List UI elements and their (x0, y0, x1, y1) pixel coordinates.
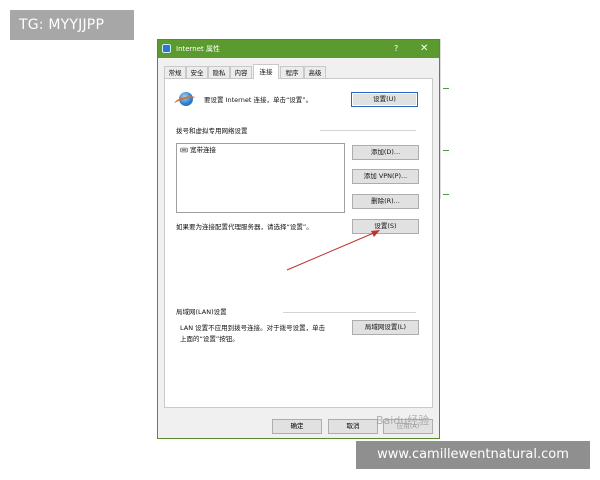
tab-advanced[interactable]: 高级 (304, 66, 326, 78)
tab-strip: 常规 安全 隐私 内容 连接 程序 高级 (164, 64, 434, 79)
list-item-label: 宽带连接 (190, 146, 216, 154)
close-button[interactable]: ✕ (420, 41, 428, 56)
tab-general[interactable]: 常规 (164, 66, 186, 78)
background-window-mark (443, 88, 449, 89)
proxy-text: 如果要为连接配置代理服务器，请选择“设置”。 (176, 223, 313, 231)
connections-list[interactable]: 宽带连接 (176, 143, 345, 213)
cancel-button[interactable]: 取消 (328, 419, 378, 434)
network-connection-icon (180, 147, 188, 153)
internet-options-icon (162, 44, 171, 53)
dialup-divider (320, 130, 416, 131)
tab-connections[interactable]: 连接 (253, 64, 279, 79)
tab-security[interactable]: 安全 (186, 66, 208, 78)
watermark: Baidu经验 (376, 414, 430, 427)
setup-connection-button[interactable]: 设置(U) (351, 92, 418, 107)
tab-content[interactable]: 内容 (230, 66, 252, 78)
lan-text-line1: LAN 设置不应用到拨号连接。对于拨号设置，单击 (180, 324, 326, 332)
lan-settings-button[interactable]: 局域网设置(L) (352, 320, 419, 335)
list-item[interactable]: 宽带连接 (177, 144, 344, 156)
delete-button[interactable]: 删除(R)... (352, 194, 419, 209)
title-bar[interactable]: Internet 属性 ? ✕ (158, 40, 439, 58)
background-window-mark (443, 150, 449, 151)
website-banner: www.camillewentnatural.com (356, 441, 590, 469)
help-button[interactable]: ? (394, 42, 398, 56)
background-window-edge (440, 39, 459, 199)
lan-heading: 局域网(LAN)设置 (176, 308, 227, 316)
proxy-settings-button[interactable]: 设置(S) (352, 219, 419, 234)
window-title: Internet 属性 (176, 45, 221, 53)
lan-divider (283, 312, 416, 313)
tab-privacy[interactable]: 隐私 (208, 66, 230, 78)
tab-programs[interactable]: 程序 (280, 66, 304, 78)
add-vpn-button[interactable]: 添加 VPN(P)... (352, 169, 419, 184)
background-window-mark (443, 194, 449, 195)
add-button[interactable]: 添加(D)... (352, 145, 419, 160)
lan-text-line2: 上面的“设置”按钮。 (180, 335, 239, 343)
setup-text: 要设置 Internet 连接，单击“设置”。 (204, 96, 313, 104)
tg-banner: TG: MYYJJPP (10, 10, 134, 40)
dialup-heading: 拨号和虚拟专用网络设置 (176, 127, 248, 135)
ok-button[interactable]: 确定 (272, 419, 322, 434)
